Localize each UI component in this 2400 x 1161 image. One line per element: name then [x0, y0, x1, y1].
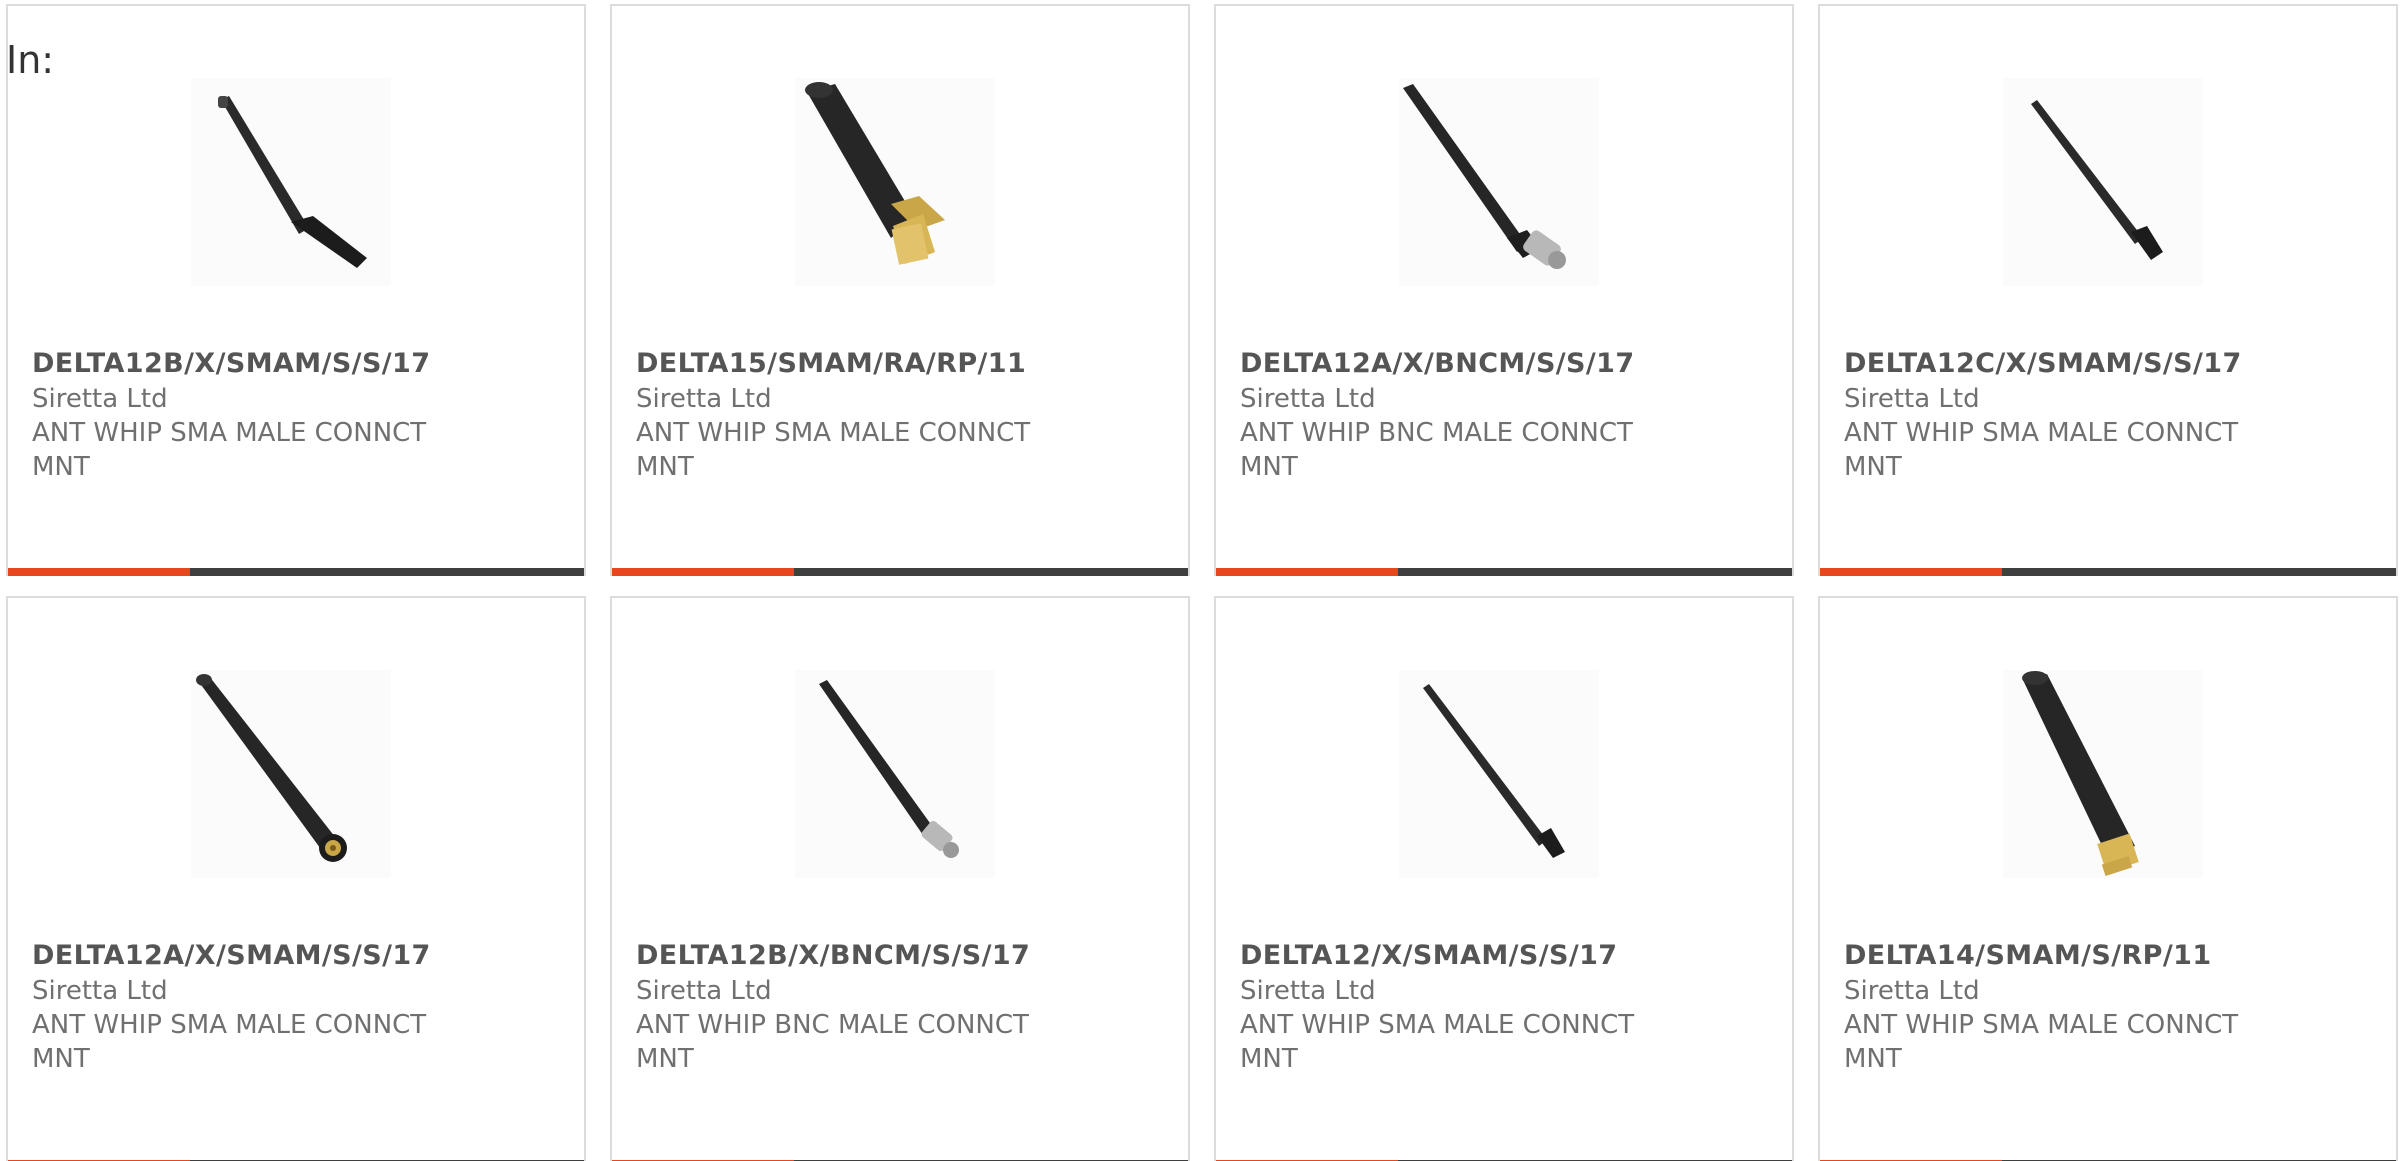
product-image[interactable]: [1399, 670, 1599, 878]
description: ANT WHIP SMA MALE CONNCT MNT: [32, 418, 427, 482]
right-angle-antenna-icon: [805, 82, 945, 265]
description: ANT WHIP SMA MALE CONNCT MNT: [636, 418, 1031, 482]
description: ANT WHIP BNC MALE CONNCT MNT: [636, 1010, 1029, 1074]
part-number[interactable]: DELTA12A/X/SMAM/S/S/17: [32, 938, 564, 974]
manufacturer: Siretta Ltd: [1844, 976, 1980, 1006]
whip-antenna-sma-icon: [196, 674, 347, 862]
part-number[interactable]: DELTA14/SMAM/S/RP/11: [1844, 938, 2376, 974]
manufacturer: Siretta Ltd: [1240, 384, 1376, 414]
product-card[interactable]: DELTA12/X/SMAM/S/S/17 Siretta Ltd ANT WH…: [1214, 596, 1794, 1161]
manufacturer: Siretta Ltd: [1844, 384, 1980, 414]
product-image[interactable]: [795, 78, 995, 286]
in-label: In:: [6, 38, 55, 82]
whip-antenna-bnc-icon: [819, 680, 959, 858]
description: ANT WHIP SMA MALE CONNCT MNT: [1844, 1010, 2239, 1074]
product-image[interactable]: [795, 670, 995, 878]
card-accent-bar: [612, 568, 1188, 576]
whip-antenna-sma-icon: [2031, 100, 2163, 260]
product-card[interactable]: DELTA12C/X/SMAM/S/S/17 Siretta Ltd ANT W…: [1818, 4, 2398, 576]
product-card[interactable]: DELTA12A/X/BNCM/S/S/17 Siretta Ltd ANT W…: [1214, 4, 1794, 576]
product-card[interactable]: DELTA12A/X/SMAM/S/S/17 Siretta Ltd ANT W…: [6, 596, 586, 1161]
stubby-antenna-gold-icon: [2022, 671, 2139, 877]
description: ANT WHIP SMA MALE CONNCT MNT: [1844, 418, 2239, 482]
product-image[interactable]: [191, 670, 391, 878]
description: ANT WHIP SMA MALE CONNCT MNT: [32, 1010, 427, 1074]
part-number[interactable]: DELTA15/SMAM/RA/RP/11: [636, 346, 1168, 382]
manufacturer: Siretta Ltd: [32, 976, 168, 1006]
card-accent-bar: [1216, 568, 1792, 576]
part-number[interactable]: DELTA12A/X/BNCM/S/S/17: [1240, 346, 1772, 382]
whip-antenna-sma-icon: [1423, 684, 1565, 858]
product-grid-page: In: DELTA12B/X/SMAM/S/S/17 Siretta Ltd A…: [0, 0, 2400, 1161]
product-image[interactable]: [2003, 670, 2203, 878]
product-card[interactable]: DELTA12B/X/BNCM/S/S/17 Siretta Ltd ANT W…: [610, 596, 1190, 1161]
product-image[interactable]: [191, 78, 391, 286]
manufacturer: Siretta Ltd: [636, 976, 772, 1006]
product-card[interactable]: DELTA15/SMAM/RA/RP/11 Siretta Ltd ANT WH…: [610, 4, 1190, 576]
manufacturer: Siretta Ltd: [1240, 976, 1376, 1006]
product-card[interactable]: DELTA12B/X/SMAM/S/S/17 Siretta Ltd ANT W…: [6, 4, 586, 576]
card-accent-bar: [8, 568, 584, 576]
manufacturer: Siretta Ltd: [32, 384, 168, 414]
product-grid: DELTA12B/X/SMAM/S/S/17 Siretta Ltd ANT W…: [6, 4, 2400, 1161]
description: ANT WHIP BNC MALE CONNCT MNT: [1240, 418, 1633, 482]
whip-antenna-bnc-icon: [1403, 84, 1566, 269]
product-image[interactable]: [2003, 78, 2203, 286]
whip-antenna-sma-icon: [218, 96, 367, 268]
part-number[interactable]: DELTA12B/X/BNCM/S/S/17: [636, 938, 1168, 974]
part-number[interactable]: DELTA12B/X/SMAM/S/S/17: [32, 346, 564, 382]
part-number[interactable]: DELTA12/X/SMAM/S/S/17: [1240, 938, 1772, 974]
description: ANT WHIP SMA MALE CONNCT MNT: [1240, 1010, 1635, 1074]
product-card[interactable]: DELTA14/SMAM/S/RP/11 Siretta Ltd ANT WHI…: [1818, 596, 2398, 1161]
card-accent-bar: [1820, 568, 2396, 576]
part-number[interactable]: DELTA12C/X/SMAM/S/S/17: [1844, 346, 2376, 382]
product-image[interactable]: [1399, 78, 1599, 286]
manufacturer: Siretta Ltd: [636, 384, 772, 414]
